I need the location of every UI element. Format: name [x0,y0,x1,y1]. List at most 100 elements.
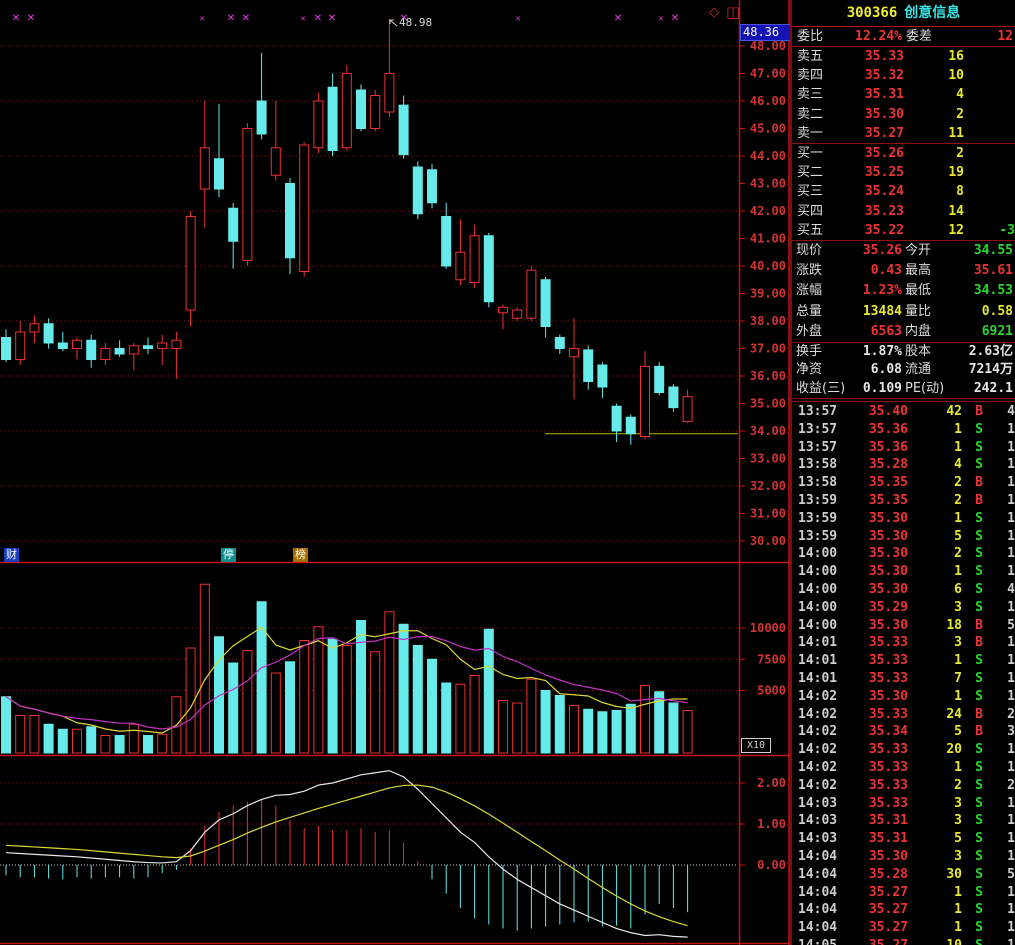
candle [655,366,664,392]
tick-row: 14:0235.331S1 [792,759,1015,777]
price-axis-label: 31.00 [750,507,786,521]
bid-row[interactable]: 买二35.2519 [792,163,1015,182]
ask-price: 35.27 [832,124,904,143]
tick-volume: 10 [912,937,962,945]
tick-volume: 1 [912,759,962,777]
tick-volume: 20 [912,741,962,759]
candle [442,217,451,267]
tick-row: 14:0035.302S1 [792,545,1015,563]
candle [669,387,678,408]
tick-volume: 1 [912,688,962,706]
diamond-icon[interactable]: ◇ [709,6,719,20]
bid-row[interactable]: 买四35.2314 [792,202,1015,221]
tick-volume: 3 [912,795,962,813]
ask-row[interactable]: 卖二35.302 [792,105,1015,124]
tick-side: S [971,456,987,474]
bid-row[interactable]: 买五35.2212-3 [792,221,1015,240]
price-axis-label: 37.00 [750,342,786,356]
tick-count: 1 [990,741,1015,759]
volume-bar [2,697,11,753]
ask-row[interactable]: 卖一35.2711 [792,124,1015,143]
tick-side: S [971,510,987,528]
tick-side: B [971,723,987,741]
volume-multiplier-label: X10 [741,738,771,753]
tick-side: S [971,528,987,546]
metric-value: 34.55 [938,241,1013,261]
bid-row[interactable]: 买三35.248 [792,182,1015,201]
ask-row[interactable]: 卖四35.3210 [792,66,1015,85]
metric-label: 今开 [905,241,931,261]
price-axis-label: 45.00 [750,122,786,136]
stock-title[interactable]: 300366创意信息 [792,0,1015,26]
metric-value: 6563 [832,322,902,342]
tick-time: 14:02 [798,688,837,706]
tick-volume: 1 [912,510,962,528]
tick-time: 14:02 [798,777,837,795]
candle [413,167,422,214]
tick-price: 35.40 [842,403,908,421]
volume-bar [44,724,53,753]
tick-count: 1 [990,510,1015,528]
signal-marker-icon: ✕ [671,13,679,24]
signal-marker-icon: ✕ [614,13,622,24]
tick-count: 1 [990,759,1015,777]
tick-volume: 3 [912,599,962,617]
weicha-value: 12 [940,28,1013,46]
price-axis-label: 30.00 [750,534,786,548]
price-axis-label: 39.00 [750,287,786,301]
tick-row: 14:0035.301S1 [792,563,1015,581]
candle [257,101,266,134]
candle [570,349,579,357]
tick-time: 14:05 [798,937,837,945]
tag-halt[interactable]: 停 [221,548,236,562]
tag-finance[interactable]: 财 [4,548,19,562]
candle [115,349,124,355]
ask-row[interactable]: 卖三35.314 [792,85,1015,104]
signal-marker-icon: ✕ [227,13,235,24]
ask-price: 35.32 [832,66,904,85]
price-axis-label: 44.00 [750,149,786,163]
ask-label: 卖二 [797,105,823,124]
tick-row: 14:0235.301S1 [792,688,1015,706]
volume-bar [499,701,508,754]
volume-bar [612,711,621,754]
tick-time: 14:00 [798,581,837,599]
tick-side: S [971,901,987,919]
bid-levels: 买一35.262买二35.2519买三35.248买四35.2314买五35.2… [792,144,1015,240]
weicha-label: 委差 [906,28,932,46]
candle [158,343,167,349]
tick-time: 14:04 [798,919,837,937]
tick-count: 1 [990,421,1015,439]
tick-time: 13:57 [798,421,837,439]
split-window-icon[interactable]: ◫ [726,5,740,19]
candle [186,217,195,311]
tick-row: 14:0035.293S1 [792,599,1015,617]
tick-price: 35.35 [842,492,908,510]
volume-axis-label: 10000 [750,621,786,635]
tick-row: 14:0435.271S1 [792,919,1015,937]
kline-chart[interactable]: 48.0047.0046.0045.0044.0043.0042.0041.00… [0,0,790,945]
bid-row[interactable]: 买一35.262 [792,144,1015,163]
metric-row: 外盘6563内盘6921 [792,322,1015,342]
tick-side: S [971,919,987,937]
tick-price: 35.27 [842,901,908,919]
tick-price: 35.27 [842,919,908,937]
bid-label: 买一 [797,144,823,163]
ask-row[interactable]: 卖五35.3316 [792,47,1015,66]
ask-volume: 2 [904,105,964,124]
tick-volume: 42 [912,403,962,421]
weibi-label: 委比 [797,28,823,46]
metric-value: 0.58 [938,302,1013,322]
candle [215,159,224,189]
tag-rank[interactable]: 榜 [293,548,308,562]
metric-label: 净资 [796,361,822,379]
tick-time: 13:58 [798,474,837,492]
tick-side: B [971,492,987,510]
tick-side: S [971,830,987,848]
price-axis-label: 40.00 [750,259,786,273]
ask-volume: 4 [904,85,964,104]
tick-volume: 24 [912,706,962,724]
volume-bar [101,736,110,754]
tick-volume: 3 [912,634,962,652]
tick-side: S [971,848,987,866]
